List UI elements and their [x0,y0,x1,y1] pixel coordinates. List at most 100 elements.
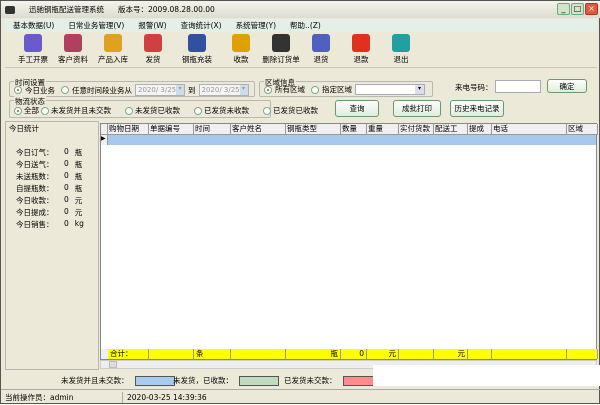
color-legend-item: 已发货未交款： [284,375,383,386]
column-header[interactable]: 时间 [194,124,231,135]
menu-item[interactable]: 报警(W) [138,20,166,31]
selected-row[interactable] [108,135,596,145]
range-radio[interactable] [61,86,69,94]
logistics-radio[interactable] [263,106,271,115]
logistics-radio[interactable] [14,106,22,115]
phone-input[interactable] [495,80,541,93]
color-legend-label: 已发货未交款： [284,376,337,385]
chevron-down-icon[interactable]: ▾ [415,85,424,94]
stat-row: 今日订气： 0 瓶 [16,147,82,158]
stat-row: 今日送气： 0 瓶 [16,159,82,170]
color-swatch [134,375,175,386]
toolbar-label: 删除订货单 [262,55,300,64]
stat-label: 今日收款： [16,196,54,205]
toolbar-button[interactable]: 退出 [381,32,421,67]
column-header[interactable]: 区域 [567,124,598,135]
footer-cell [468,349,492,359]
toolbar-button[interactable]: 产品入库 [93,32,133,67]
today-label: 今日业务 [25,85,55,95]
maximize-button[interactable]: □ [571,3,584,15]
shipping-icon [144,34,162,52]
column-header[interactable]: 数量 [341,124,367,135]
exit-door-icon [392,34,410,52]
column-header[interactable]: 电话 [492,124,567,135]
toolbar-label: 钢瓶充装 [182,55,212,64]
phone-label: 来电号码： [455,83,493,92]
title-bar: 迅驰钢瓶配送管理系统 版本号：2009.08.28.00.00 _ □ × [1,1,600,18]
stat-value: 0 [64,159,69,168]
history-calls-button[interactable]: 历史来电记录 [450,100,504,117]
from-date-picker[interactable]: 2020/ 3/25 ▾ [135,84,185,96]
close-button[interactable]: × [585,3,598,15]
return-goods-icon [312,34,330,52]
column-header[interactable]: 重量 [367,124,399,135]
column-header[interactable]: 客户姓名 [231,124,286,135]
batch-print-button[interactable]: 成批打印 [393,100,441,117]
orders-table[interactable]: ▶ 购物日期 单据编号 时间 客户姓名 钢瓶类型 数量 重量 实付货款 配送工 提成 电话 区域 合计：… [100,123,598,360]
footer-cell: 瓶 [286,349,341,359]
menu-item[interactable]: 系统管理(Y) [236,20,276,31]
menu-item[interactable]: 查询统计(X) [181,20,222,31]
stat-row: 今日提成： 0 元 [16,207,82,218]
today-stats-legend: 今日统计 [8,123,40,134]
toolbar-button[interactable]: 手工开票 [13,32,53,67]
to-date-picker[interactable]: 2020/ 3/25 ▾ [198,84,249,96]
all-regions-radio[interactable] [264,85,272,94]
footer-cell: 元 [367,349,399,359]
stat-value: 0 [64,147,69,156]
footer-cell [492,349,567,359]
toolbar-label: 手工开票 [18,55,48,64]
toolbar-button[interactable]: 删除订货单 [261,32,301,67]
stat-label: 今日提成： [16,208,54,217]
column-header[interactable]: 实付货款 [399,124,434,135]
logistics-radio[interactable] [125,106,133,115]
calendar-dropdown-icon[interactable]: ▾ [239,85,248,95]
toolbar-label: 发货 [145,55,161,64]
region-select[interactable]: ▾ [355,84,425,95]
product-boxes-icon [104,34,122,52]
column-header[interactable]: 钢瓶类型 [286,124,341,135]
stat-row: 未送瓶数： 0 瓶 [16,171,82,182]
stat-label: 今日送气： [16,160,54,169]
specific-region-radio[interactable] [311,85,319,94]
logistics-option-label: 已发货未收款 [204,106,249,115]
pen-invoice-icon [24,34,42,52]
logistics-radio[interactable] [194,106,202,115]
footer-row-header [101,349,108,359]
calendar-dropdown-icon[interactable]: ▾ [176,85,184,95]
logistics-option-label: 已发货已收款 [273,106,318,115]
confirm-button[interactable]: 确定 [547,79,587,93]
color-legend-item: 未发货，已收款： [173,375,279,386]
footer-cell: 元 [434,349,468,359]
menu-item[interactable]: 基本数据(U) [13,20,54,31]
current-row-indicator-icon: ▶ [101,135,108,145]
toolbar-button[interactable]: 客户资料 [53,32,93,67]
row-header-corner [101,124,108,135]
column-header[interactable]: 单据编号 [149,124,194,135]
logistics-radio[interactable] [41,106,49,115]
column-header[interactable]: 配送工 [434,124,468,135]
app-icon [5,5,15,14]
menu-bar: 基本数据(U) 日常业务管理(V) 报警(W) 查询统计(X) 系统管理(Y) 帮助..(… [5,19,597,32]
stat-row: 今日收款： 0 元 [16,195,82,206]
column-header[interactable]: 购物日期 [108,124,149,135]
toolbar-button[interactable]: 钢瓶充装 [173,32,221,67]
menu-item[interactable]: 日常业务管理(V) [68,20,124,31]
minimize-button[interactable]: _ [557,3,570,15]
logistics-option-label: 全部 [24,106,39,115]
toolbar-button[interactable]: 收款 [221,32,261,67]
toolbar-button[interactable]: 发货 [133,32,173,67]
menu-item[interactable]: 帮助..(Z) [290,20,321,31]
footer-cell [567,349,598,359]
today-radio[interactable] [14,86,22,94]
stat-unit: 瓶 [74,160,83,169]
query-button[interactable]: 查询 [335,100,379,117]
color-legend-item: 未发货并且未交款： [61,375,175,386]
stat-value: 0 [64,219,69,228]
color-legend-label: 未发货，已收款： [173,376,233,385]
column-header[interactable]: 提成 [468,124,492,135]
toolbar-button[interactable]: 退款 [341,32,381,67]
stat-unit: 瓶 [74,172,83,181]
scrollbar-thumb[interactable] [109,361,117,368]
toolbar-button[interactable]: 退货 [301,32,341,67]
